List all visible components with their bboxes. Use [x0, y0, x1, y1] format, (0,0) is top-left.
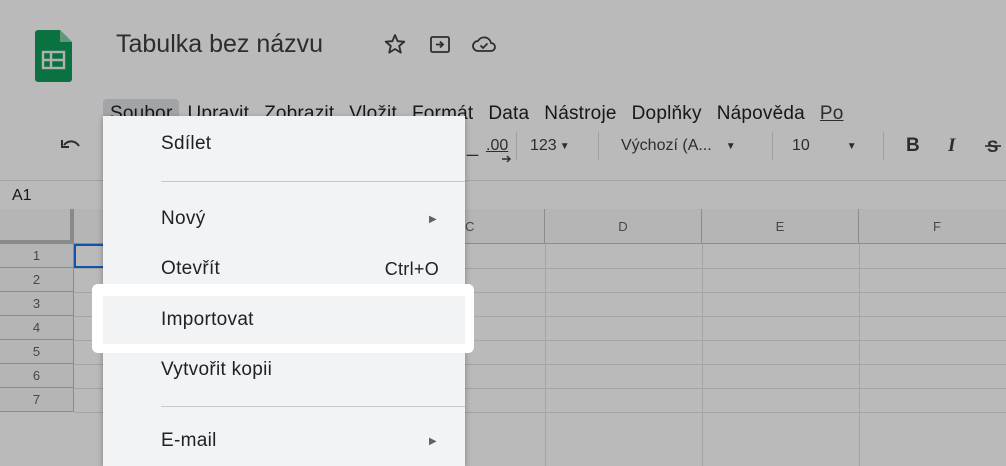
- open-shortcut: Ctrl+O: [384, 258, 439, 279]
- new-label: Nový: [161, 208, 206, 229]
- import-label: Importovat: [161, 309, 254, 330]
- open-label: Otevřít: [161, 258, 221, 279]
- menu-item-open[interactable]: Otevřít Ctrl+O: [103, 249, 465, 289]
- email-label: E-mail: [161, 430, 217, 451]
- submenu-arrow-icon: ▶: [429, 435, 437, 447]
- share-label: Sdílet: [161, 133, 212, 154]
- menu-item-share[interactable]: Sdílet: [103, 124, 465, 164]
- menu-item-new[interactable]: Nový ▶: [103, 199, 465, 239]
- submenu-arrow-icon: ▶: [429, 213, 437, 225]
- menu-item-email[interactable]: E-mail ▶: [103, 421, 465, 461]
- menu-divider: [161, 406, 465, 407]
- copy-label: Vytvořit kopii: [161, 359, 273, 380]
- menu-divider: [161, 181, 465, 182]
- menu-item-make-copy[interactable]: Vytvořit kopii: [103, 350, 465, 390]
- sheets-app: Tabulka bez názvu Soubor Upravit Zobrazi…: [0, 0, 1006, 466]
- menu-item-import[interactable]: Importovat: [103, 296, 465, 344]
